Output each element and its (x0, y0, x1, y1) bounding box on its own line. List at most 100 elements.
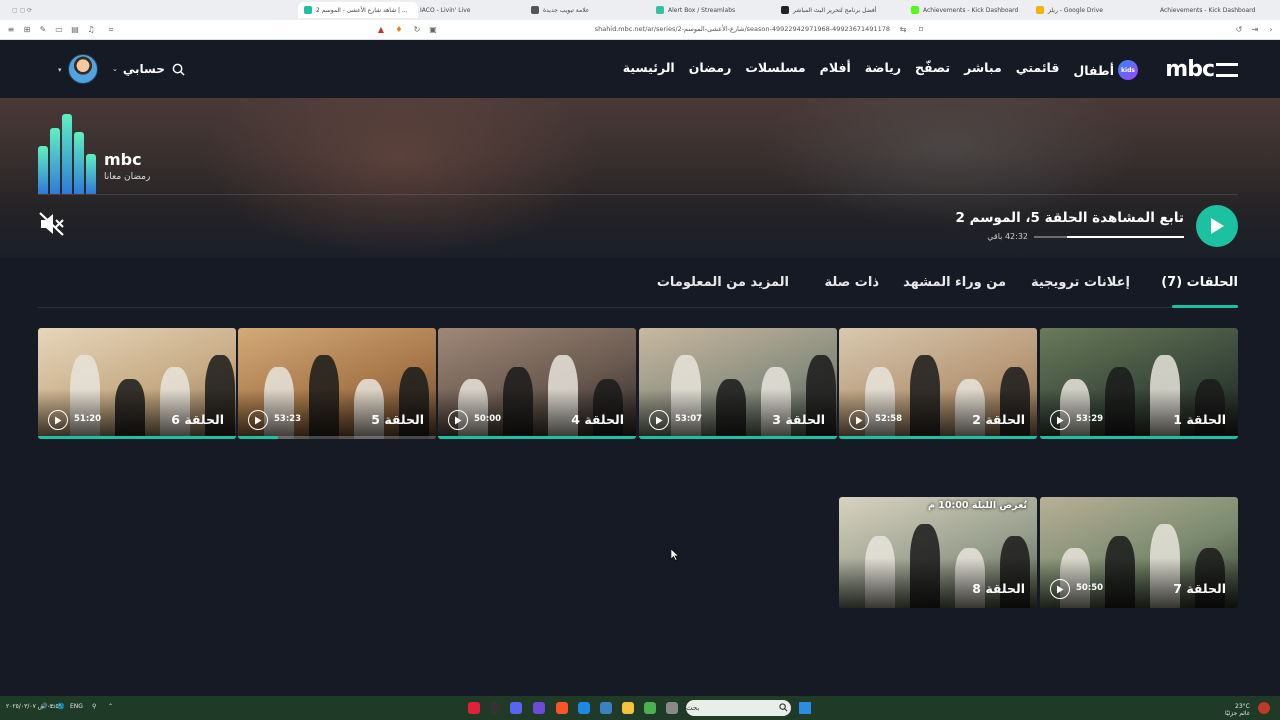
play-icon (656, 416, 663, 424)
continue-play-button[interactable] (1196, 205, 1238, 247)
episode-card[interactable]: 50:00 الحلقة 4 (438, 328, 636, 439)
episode-duration: 50:00 (474, 414, 502, 424)
tab-behind-the-scenes[interactable]: من وراء المشهد (903, 275, 1006, 290)
mbc-logo[interactable]: mbc (1165, 57, 1238, 82)
browser-tab[interactable]: Alert Box / Streamlabs (650, 2, 772, 18)
episode-card[interactable]: 52:58 الحلقة 2 (839, 328, 1037, 439)
continue-progress-fill (1067, 235, 1184, 238)
music-icon[interactable]: ♫ (86, 25, 96, 35)
tab-related[interactable]: ذات صلة (825, 275, 879, 290)
brave-shield-icon[interactable]: ♦ (394, 25, 404, 35)
episode-card[interactable]: 53:29 الحلقة 1 (1040, 328, 1238, 439)
nav-browse[interactable]: تصفّح (915, 60, 950, 80)
episode-title: الحلقة 4 (571, 412, 624, 427)
tab-label: شاهد شارع الأعشى - الموسم 2 | ... (316, 6, 408, 14)
episode-play-button[interactable] (649, 410, 669, 430)
url-text[interactable]: shahid.mbc.net/ar/series/شارع-الأعشى-الم… (440, 25, 890, 33)
menu-icon[interactable]: ≡ (6, 25, 16, 35)
avatar[interactable] (68, 54, 98, 84)
tab-episodes[interactable]: الحلقات (7) (1161, 275, 1238, 290)
wallet-icon[interactable]: ▤ (70, 25, 80, 35)
bookmark-icon[interactable]: ⌑ (916, 25, 926, 35)
warning-icon[interactable]: ▲ (376, 25, 386, 35)
episode-play-button[interactable] (1050, 579, 1070, 599)
browser-tab[interactable]: IACO - Livin' Live (402, 2, 522, 18)
obs-app-icon[interactable] (489, 702, 501, 714)
translate-icon[interactable]: ⇆ (898, 25, 908, 35)
hero-background (760, 98, 1140, 228)
browser-tab[interactable]: Achievements - Kick Dashboard (1150, 2, 1260, 18)
continue-watching[interactable]: تابع المشاهدة الحلقة 5، الموسم 2 42:32 ب… (956, 210, 1184, 241)
mute-icon[interactable] (38, 210, 66, 238)
windows-start-icon[interactable] (799, 702, 811, 714)
window-controls[interactable]: ▢ ▢ ⟳ (6, 2, 46, 18)
nav-series[interactable]: مسلسلات (745, 60, 805, 80)
nav-kids[interactable]: kids أطفال (1073, 60, 1138, 80)
play-icon (255, 416, 262, 424)
episode-play-button[interactable] (1050, 410, 1070, 430)
file-explorer-icon[interactable] (622, 702, 634, 714)
record-app-icon[interactable] (468, 702, 480, 714)
browser-tab[interactable]: أفضل برنامج لتحرير البث المباشر (775, 2, 903, 18)
language-indicator[interactable]: ENG (70, 703, 83, 710)
episode-progress-fill (438, 436, 636, 439)
episode-card[interactable]: 53:07 الحلقة 3 (639, 328, 837, 439)
mic-icon[interactable]: ⚲ (92, 703, 96, 710)
episode-card[interactable]: 51:20 الحلقة 6 (38, 328, 236, 439)
episode-play-button[interactable] (248, 410, 268, 430)
tab-label: Achievements - Kick Dashboard (1160, 6, 1256, 14)
discord-app-icon[interactable] (510, 702, 522, 714)
episode-play-button[interactable] (48, 410, 68, 430)
episode-card[interactable]: 50:50 الحلقة 7 (1040, 497, 1238, 608)
teams-app-icon[interactable] (533, 702, 545, 714)
browser-tab[interactable]: علامة تبويب جديدة (525, 2, 647, 18)
episode-title: الحلقة 7 (1173, 581, 1226, 596)
tray-icons[interactable]: 🔊 ▭ 🌐 (40, 703, 64, 710)
episode-title: الحلقة 2 (972, 412, 1025, 427)
nav-live[interactable]: مباشر (964, 60, 1002, 80)
episode-play-button[interactable] (849, 410, 869, 430)
nav-home[interactable]: الرئيسية (623, 60, 675, 80)
tab-label: Alert Box / Streamlabs (668, 6, 736, 14)
episode-progress-fill (238, 436, 278, 439)
copilot-app-icon[interactable] (644, 702, 656, 714)
airs-tonight-badge: تُعرض الليلة 10:00 م (928, 500, 1027, 511)
browser-tab[interactable]: Achievements - Kick Dashboard (905, 2, 1027, 18)
account-menu[interactable]: حسابي ⌄ (112, 62, 165, 76)
ramadan-towers-icon (38, 114, 96, 194)
episode-card[interactable]: 53:23 الحلقة 5 (238, 328, 436, 439)
back-icon[interactable]: ↺ (1234, 25, 1244, 35)
nav-my-list[interactable]: قائمتي (1016, 60, 1060, 80)
tab-trailers[interactable]: إعلانات ترويجية (1031, 275, 1130, 290)
browser-tab-active[interactable]: شاهد شارع الأعشى - الموسم 2 | ... (298, 2, 418, 18)
pin-icon[interactable]: ✎ (38, 25, 48, 35)
extensions-icon[interactable]: ⊞ (22, 25, 32, 35)
address-bar: ≡ ⊞ ✎ ▭ ▤ ♫ ⌗ ▲ ♦ ↻ ▣ shahid.mbc.net/ar/… (0, 20, 1280, 40)
tab-more-info[interactable]: المزيد من المعلومات (657, 275, 789, 290)
search-icon[interactable] (172, 63, 185, 76)
episode-duration: 50:50 (1076, 583, 1104, 593)
avatar-chevron-icon[interactable]: ▾ (58, 66, 62, 74)
play-icon (856, 416, 863, 424)
reload-icon[interactable]: ↻ (412, 25, 422, 35)
nav-movies[interactable]: أفلام (820, 60, 851, 80)
task-view-icon[interactable] (666, 702, 678, 714)
sidebar-icon[interactable]: ▭ (54, 25, 64, 35)
episode-play-button[interactable] (448, 410, 468, 430)
overflow-icon[interactable]: › (1266, 25, 1276, 35)
tray-overflow-icon[interactable]: ⌃ (108, 703, 113, 710)
browser-tab[interactable]: ريلز - Google Drive (1030, 2, 1148, 18)
weather-widget[interactable]: 23°C غائم جزئيًا (1225, 703, 1250, 717)
reader-icon[interactable]: ▣ (428, 25, 438, 35)
episode-card[interactable]: تُعرض الليلة 10:00 م الحلقة 8 (839, 497, 1037, 608)
screenshot-icon[interactable]: ⌗ (106, 25, 116, 35)
brave-app-icon[interactable] (556, 702, 568, 714)
nav-sports[interactable]: رياضة (865, 60, 901, 80)
store-app-icon[interactable] (600, 702, 612, 714)
edge-app-icon[interactable] (578, 702, 590, 714)
forward-icon[interactable]: ⇥ (1250, 25, 1260, 35)
nav-ramadan[interactable]: رمضان (689, 60, 732, 80)
tab-favicon (304, 6, 312, 14)
tab-label: علامة تبويب جديدة (543, 6, 590, 14)
taskbar-search[interactable]: بحث (686, 700, 791, 716)
